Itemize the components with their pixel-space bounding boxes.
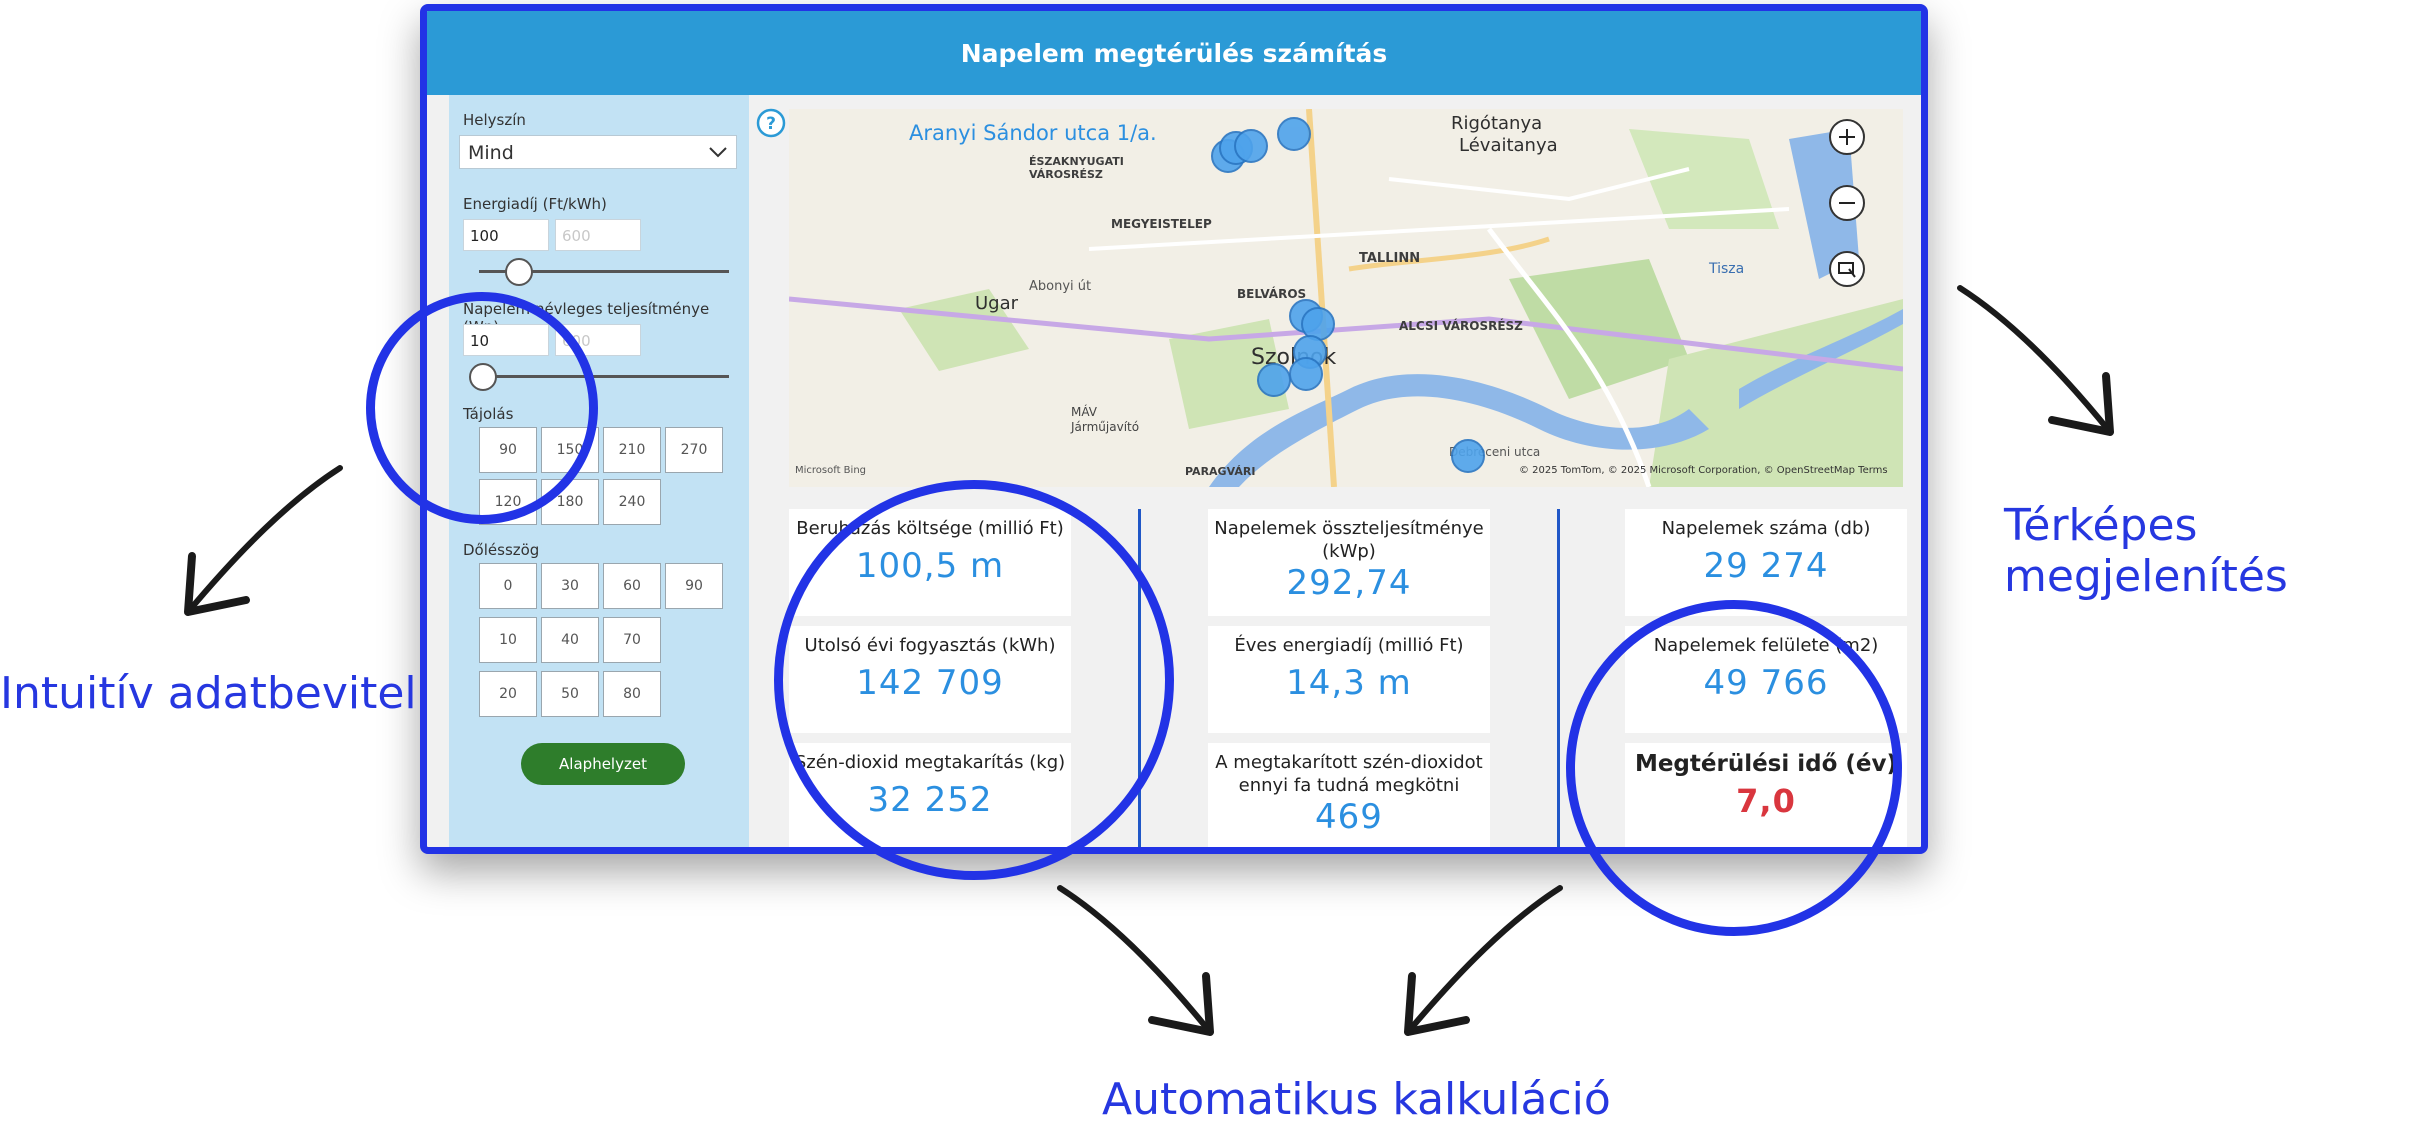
page-title: Napelem megtérülés számítás	[960, 38, 1388, 68]
kpi-value: 292,74	[1286, 563, 1412, 603]
arrow-down-left-icon	[1404, 885, 1563, 1036]
tilt-option[interactable]: 0	[479, 563, 537, 609]
tilt-option[interactable]: 80	[603, 671, 661, 717]
map-marker[interactable]	[1289, 357, 1323, 391]
map-label: Ugar	[975, 293, 1019, 314]
reset-button[interactable]: Alaphelyzet	[521, 743, 685, 785]
tilt-option[interactable]: 70	[603, 617, 661, 663]
tilt-option[interactable]: 90	[665, 563, 723, 609]
map-label: PARAGVÁRI	[1185, 465, 1256, 478]
kpi-value: 469	[1315, 797, 1383, 837]
kpi-title: Éves energiadíj (millió Ft)	[1234, 635, 1464, 656]
map-label: MÁV Járműjavító	[1071, 405, 1140, 434]
energy-min-input[interactable]: 100	[463, 219, 549, 251]
kpi-title: A megtakarított szén-dioxidot ennyi fa t…	[1215, 752, 1483, 796]
zoom-out-button[interactable]	[1829, 185, 1865, 221]
location-select[interactable]: Mind	[459, 135, 737, 169]
location-value: Mind	[468, 142, 514, 164]
tilt-option[interactable]: 50	[541, 671, 599, 717]
bing-logo: Microsoft Bing	[795, 465, 867, 476]
kpi-card-trees: A megtakarított szén-dioxidot ennyi fa t…	[1208, 743, 1490, 847]
energy-slider-handle[interactable]	[505, 258, 533, 286]
map-attribution[interactable]: © 2025 TomTom, © 2025 Microsoft Corporat…	[1519, 465, 1888, 476]
lasso-select-icon	[1838, 262, 1856, 278]
svg-text:?: ?	[766, 114, 776, 134]
annotation-data-input: Intuitív adatbevitel	[0, 668, 417, 719]
map-label: Abonyi út	[1029, 279, 1092, 294]
orientation-option[interactable]: 240	[603, 479, 661, 525]
highlight-circle	[366, 292, 598, 524]
energy-max-input[interactable]: 600	[555, 219, 641, 251]
map-marker[interactable]	[1257, 363, 1291, 397]
map-label: MEGYEISTELEP	[1111, 217, 1212, 231]
map-view[interactable]: Aranyi Sándor utca 1/a. ÉSZAKNYUGATI VÁR…	[789, 109, 1903, 487]
tilt-option[interactable]: 40	[541, 617, 599, 663]
tilt-option[interactable]: 60	[603, 563, 661, 609]
arrow-down-right-icon	[1057, 885, 1214, 1036]
map-marker[interactable]	[1234, 129, 1268, 163]
highlight-circle	[1566, 600, 1902, 936]
chevron-down-icon	[709, 147, 727, 158]
map-marker[interactable]	[1277, 117, 1311, 151]
kpi-card-total-power: Napelemek összteljesítménye (kWp) 292,74	[1208, 509, 1490, 616]
map-label: TALLINN	[1359, 251, 1421, 266]
kpi-value: 29 274	[1703, 546, 1829, 586]
map-label: ÉSZAKNYUGATI VÁROSRÉSZ	[1029, 155, 1124, 181]
arrow-right-icon	[1957, 285, 2114, 436]
kpi-card-panel-count: Napelemek száma (db) 29 274	[1625, 509, 1907, 616]
map-address: Aranyi Sándor utca 1/a.	[909, 121, 1157, 145]
tilt-option[interactable]: 10	[479, 617, 537, 663]
map-label: Lévaitanya	[1459, 135, 1558, 156]
plus-icon	[1839, 129, 1855, 145]
map-label: ALCSI VÁROSRÉSZ	[1399, 319, 1523, 333]
map-label: Rigótanya	[1451, 113, 1543, 134]
location-label: Helyszín	[463, 111, 526, 129]
map-background	[789, 109, 1903, 487]
orientation-option[interactable]: 210	[603, 427, 661, 473]
question-circle-icon[interactable]: ?	[755, 107, 787, 139]
annotation-map-display: Térképes megjelenítés	[2004, 500, 2288, 602]
arrow-left-icon	[184, 465, 343, 616]
map-select-button[interactable]	[1829, 251, 1865, 287]
kpi-title: Napelemek összteljesítménye (kWp)	[1214, 518, 1484, 562]
map-label: Tisza	[1709, 261, 1745, 277]
kpi-value: 14,3 m	[1286, 663, 1412, 703]
zoom-in-button[interactable]	[1829, 119, 1865, 155]
column-divider	[1557, 509, 1560, 847]
orientation-option[interactable]: 270	[665, 427, 723, 473]
map-label: BELVÁROS	[1237, 287, 1307, 301]
minus-icon	[1839, 202, 1855, 204]
highlight-circle	[774, 480, 1174, 880]
tilt-label: Dőlésszög	[463, 541, 540, 559]
tilt-option[interactable]: 20	[479, 671, 537, 717]
energy-label: Energiadíj (Ft/kWh)	[463, 195, 607, 213]
title-bar: Napelem megtérülés számítás	[427, 11, 1921, 95]
kpi-card-energy-cost: Éves energiadíj (millió Ft) 14,3 m	[1208, 626, 1490, 733]
map-marker[interactable]	[1451, 439, 1485, 473]
kpi-title: Napelemek száma (db)	[1661, 518, 1871, 539]
annotation-auto-calc: Automatikus kalkuláció	[1102, 1074, 1611, 1125]
tilt-option[interactable]: 30	[541, 563, 599, 609]
